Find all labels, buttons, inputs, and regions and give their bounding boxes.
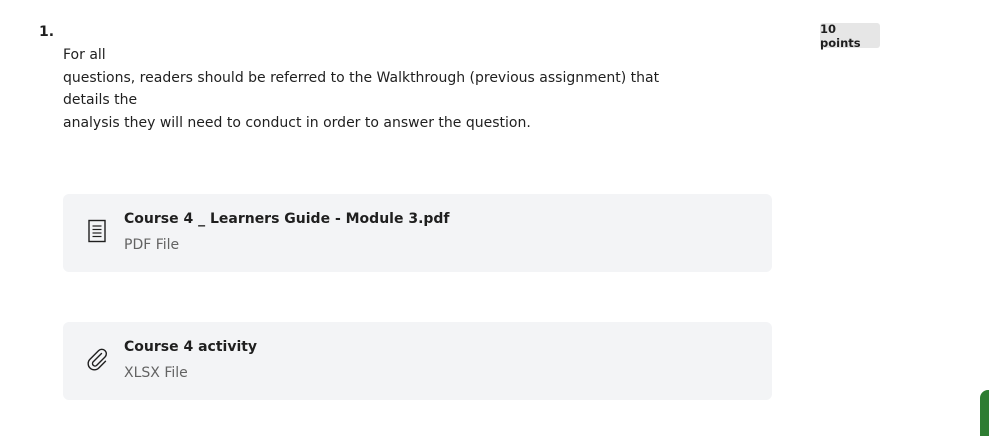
assignment-page: 1. 10 points For all questions, readers … <box>0 0 989 436</box>
attachment-type: XLSX File <box>124 365 188 381</box>
attachment-title[interactable]: Course 4 activity <box>124 339 257 355</box>
paperclip-icon <box>85 346 109 372</box>
prompt-line: questions, readers should be referred to… <box>63 69 660 109</box>
attachment-xlsx[interactable]: Course 4 activity XLSX File <box>63 322 772 400</box>
question-prompt: For all questions, readers should be ref… <box>63 44 703 134</box>
question-number: 1. <box>39 24 55 40</box>
attachment-pdf[interactable]: Course 4 _ Learners Guide - Module 3.pdf… <box>63 194 772 272</box>
attachment-type: PDF File <box>124 237 180 253</box>
document-icon <box>85 218 109 244</box>
attachment-title[interactable]: Course 4 _ Learners Guide - Module 3.pdf <box>124 211 450 227</box>
points-badge: 10 points <box>820 22 880 50</box>
feedback-tab[interactable] <box>980 390 989 436</box>
prompt-line: For all <box>63 47 106 63</box>
prompt-line: analysis they will need to conduct in or… <box>63 114 531 131</box>
